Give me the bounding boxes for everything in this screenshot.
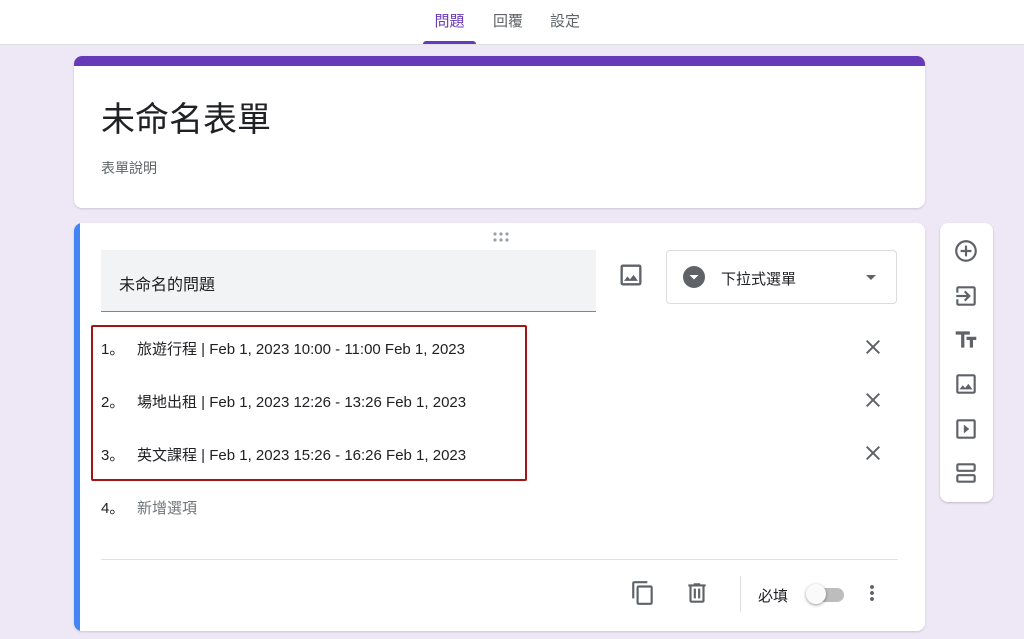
dropdown-circle-icon <box>683 266 705 288</box>
tab-questions[interactable]: 問題 <box>423 0 476 44</box>
active-card-indicator <box>74 223 80 631</box>
import-icon[interactable] <box>953 283 979 309</box>
form-header-card: 未命名表單 表單說明 <box>74 56 925 208</box>
tab-responses[interactable]: 回覆 <box>484 0 532 44</box>
section-icon[interactable] <box>953 460 979 486</box>
question-title-text: 未命名的問題 <box>119 277 216 294</box>
form-accent-bar <box>74 56 925 66</box>
toggle-knob <box>806 584 826 604</box>
question-title-input[interactable]: 未命名的問題 <box>101 250 596 312</box>
question-type-select[interactable]: 下拉式選單 <box>666 250 897 304</box>
title-icon[interactable] <box>953 327 979 353</box>
footer-separator <box>740 576 741 612</box>
active-tab-indicator <box>423 41 476 44</box>
tab-responses-label: 回覆 <box>492 13 523 30</box>
image-icon[interactable] <box>953 371 979 397</box>
video-icon[interactable] <box>953 416 979 442</box>
add-option-input[interactable]: 新增選項 <box>137 497 197 518</box>
option-number: 4。 <box>101 500 125 517</box>
close-icon[interactable] <box>861 335 885 359</box>
copy-icon[interactable] <box>630 580 656 606</box>
required-toggle[interactable] <box>806 584 844 604</box>
required-label: 必填 <box>758 588 789 605</box>
top-tab-bar: 問題 回覆 設定 <box>0 0 1024 45</box>
drag-handle-icon[interactable] <box>492 232 510 242</box>
tab-questions-label: 問題 <box>434 13 465 30</box>
more-vert-icon[interactable] <box>860 580 884 606</box>
add-option-row: 4。 新增選項 <box>101 491 881 521</box>
question-card: 未命名的問題 下拉式選單 1。 旅遊行程 | Feb 1, 2023 10:00… <box>74 223 925 631</box>
footer-divider <box>101 559 898 560</box>
highlight-box <box>91 325 527 481</box>
image-icon[interactable] <box>617 261 645 289</box>
form-description[interactable]: 表單說明 <box>101 158 157 178</box>
question-type-label: 下拉式選單 <box>721 271 797 288</box>
tab-settings-label: 設定 <box>549 13 580 30</box>
chevron-down-icon <box>866 275 876 280</box>
tab-settings[interactable]: 設定 <box>541 0 589 44</box>
side-toolbar <box>940 223 993 502</box>
form-title[interactable]: 未命名表單 <box>101 92 271 141</box>
close-icon[interactable] <box>861 441 885 465</box>
add-circle-icon[interactable] <box>953 238 979 264</box>
trash-icon[interactable] <box>684 580 710 606</box>
close-icon[interactable] <box>861 388 885 412</box>
